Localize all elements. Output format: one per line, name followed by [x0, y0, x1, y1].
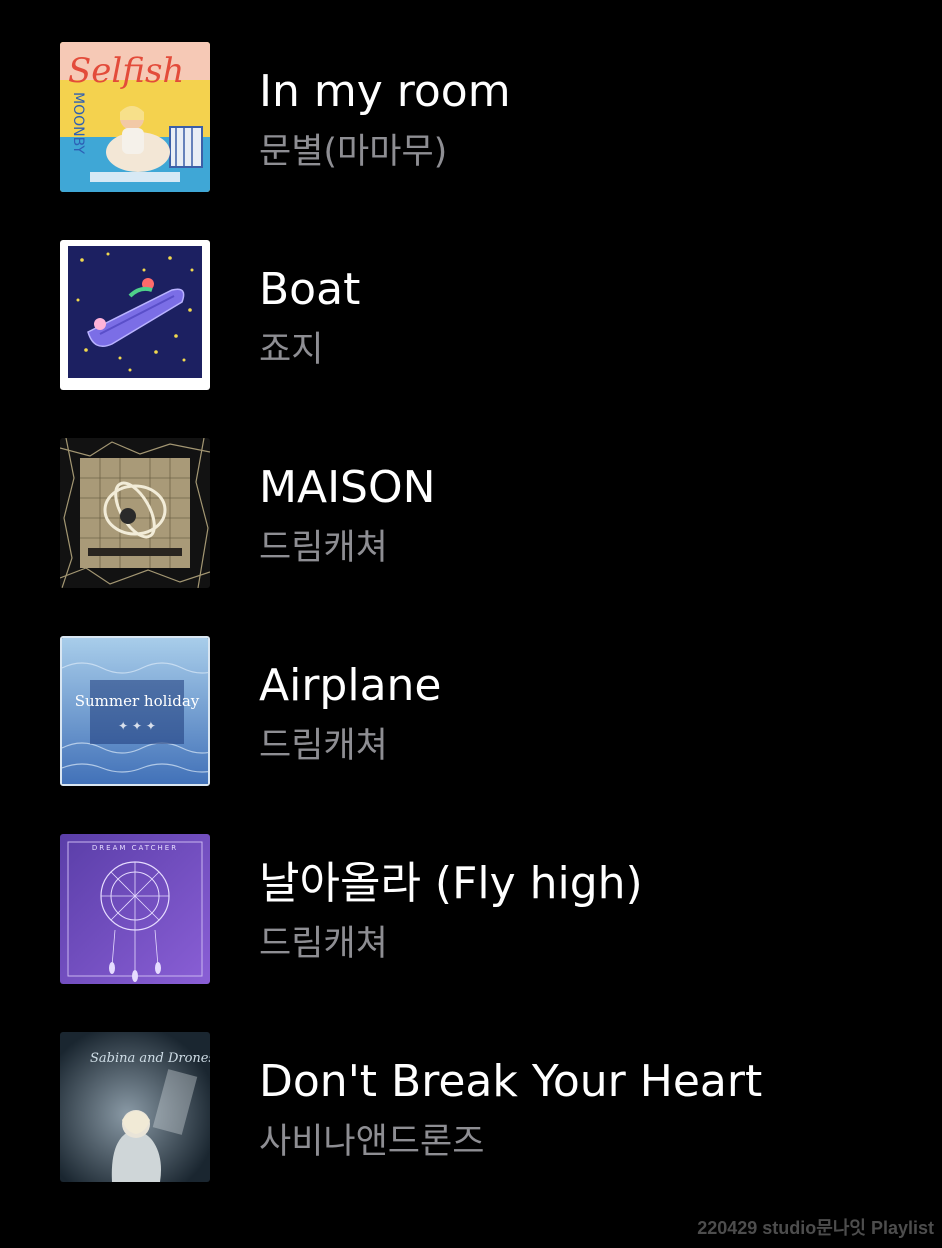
- track-row[interactable]: Selfish MOONBY In my room 문별(마마무): [0, 0, 942, 198]
- track-row[interactable]: MAISON 드림캐쳐: [0, 396, 942, 594]
- album-cover-selfish-icon: Selfish MOONBY: [60, 42, 210, 192]
- track-title: 날아올라 (Fly high): [259, 858, 643, 909]
- track-title: MAISON: [259, 462, 436, 513]
- cover-text: Selfish: [68, 51, 184, 91]
- svg-text:✦ ✦ ✦: ✦ ✦ ✦: [118, 719, 156, 733]
- track-artist: 문별(마마무): [259, 132, 448, 172]
- track-row[interactable]: Summer holiday ✦ ✦ ✦ Airplane 드림캐쳐: [0, 594, 942, 792]
- cover-text: Summer holiday: [75, 692, 200, 710]
- track-title: Boat: [259, 264, 361, 315]
- svg-text:MOONBY: MOONBY: [70, 92, 86, 154]
- track-title: Airplane: [259, 660, 442, 711]
- track-row[interactable]: Boat 죠지: [0, 198, 942, 396]
- track-title: Don't Break Your Heart: [259, 1056, 763, 1107]
- cover-text: Sabina and Drones: [90, 1051, 210, 1066]
- track-row[interactable]: DREAM CATCHER 날아올라 (Fly high) 드림캐쳐: [0, 792, 942, 990]
- album-cover-apocalypse-icon: [60, 438, 210, 588]
- album-cover-summer-holiday-icon: Summer holiday ✦ ✦ ✦: [60, 636, 210, 786]
- track-artist: 드림캐쳐: [259, 528, 388, 568]
- cover-text: DREAM CATCHER: [92, 844, 178, 852]
- album-cover-dreamcatcher-purple-icon: DREAM CATCHER: [60, 834, 210, 984]
- track-artist: 사비나앤드론즈: [259, 1122, 485, 1162]
- track-artist: 죠지: [259, 330, 324, 370]
- track-row[interactable]: Sabina and Drones Don't Break Your Heart…: [0, 990, 942, 1188]
- track-artist: 드림캐쳐: [259, 924, 388, 964]
- track-artist: 드림캐쳐: [259, 726, 388, 766]
- album-cover-boat-icon: [60, 240, 210, 390]
- track-title: In my room: [259, 66, 511, 117]
- album-cover-sabina-icon: Sabina and Drones: [60, 1032, 210, 1182]
- watermark: 220429 studio문나잇 Playlist: [697, 1218, 934, 1238]
